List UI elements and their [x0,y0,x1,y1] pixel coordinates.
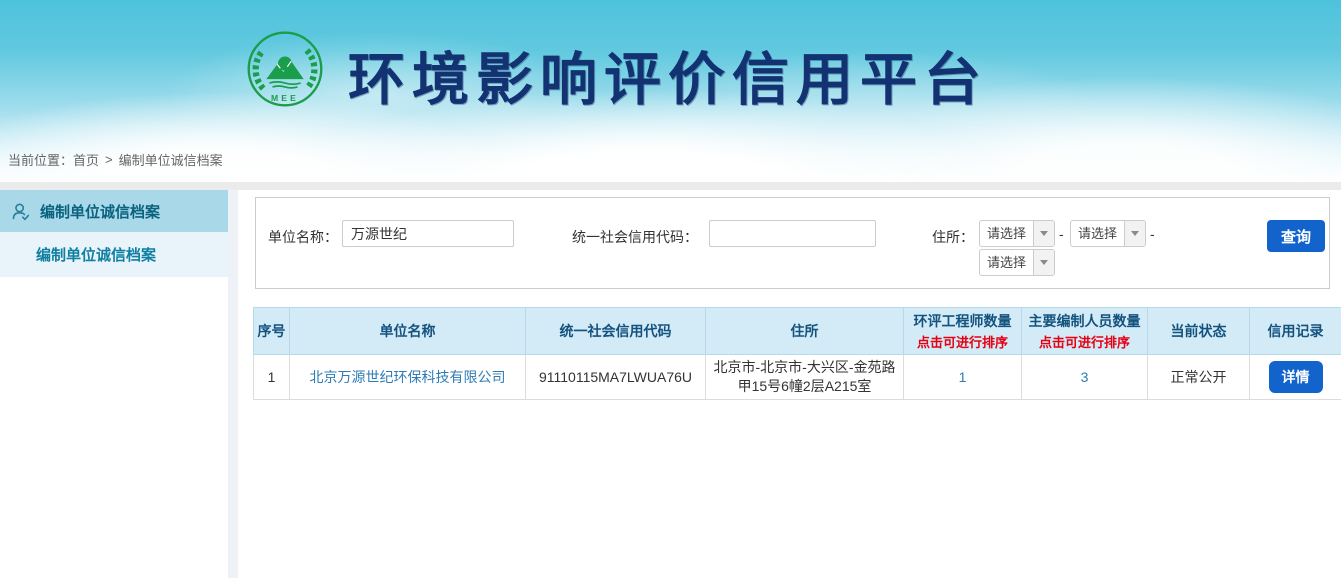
district-select[interactable]: 请选择 [979,249,1055,276]
chevron-down-icon[interactable] [1033,221,1054,246]
sidebar: 编制单位诚信档案 编制单位诚信档案 [0,190,228,578]
col-header-index: 序号 [254,308,290,355]
cell-credit-code: 91110115MA7LWUA76U [526,355,706,400]
sidebar-item-label: 编制单位诚信档案 [40,201,160,222]
sidebar-subitem-credit-archive[interactable]: 编制单位诚信档案 [0,232,228,277]
sidebar-item-credit-archive[interactable]: 编制单位诚信档案 [0,190,228,232]
residence-separator: - [1150,226,1155,242]
engineer-count-link[interactable]: 1 [959,369,967,385]
chevron-down-icon[interactable] [1033,250,1054,275]
sidebar-main-divider [228,190,238,578]
breadcrumb-label: 当前位置： [8,153,73,168]
mee-logo-icon: MEE [246,30,324,108]
sort-hint: 点击可进行排序 [1024,332,1145,351]
district-select-value: 请选择 [980,250,1033,275]
results-table: 序号 单位名称 统一社会信用代码 住所 环评工程师数量 点击可进行排序 主要编制… [253,307,1341,400]
main-content: 单位名称： 统一社会信用代码： 住所： 请选择 - 请选择 - 请选择 查询 序… [238,190,1341,578]
breadcrumb-home-link[interactable]: 首页 [73,153,99,168]
breadcrumb: 当前位置：首页 > 编制单位诚信档案 [8,150,223,169]
address-line-2: 甲15号6幢2层A215室 [708,377,901,396]
col-header-address: 住所 [706,308,904,355]
header-divider [0,182,1341,190]
person-check-icon [10,201,31,222]
breadcrumb-separator: > [105,152,113,167]
table-row: 1 北京万源世纪环保科技有限公司 91110115MA7LWUA76U 北京市-… [254,355,1341,400]
col-header-staff-count-sort[interactable]: 主要编制人员数量 点击可进行排序 [1022,308,1148,355]
staff-count-link[interactable]: 3 [1081,369,1089,385]
city-select-value: 请选择 [1071,221,1124,246]
col-header-engineer-count-label: 环评工程师数量 [914,313,1012,329]
residence-label: 住所： [911,227,974,247]
col-header-unit-name: 单位名称 [290,308,526,355]
residence-separator: - [1059,226,1064,242]
breadcrumb-current: 编制单位诚信档案 [119,153,223,168]
credit-code-label: 统一社会信用代码： [516,227,698,247]
unit-name-input[interactable] [342,220,514,247]
unit-name-link[interactable]: 北京万源世纪环保科技有限公司 [310,369,506,385]
col-header-staff-count-label: 主要编制人员数量 [1029,313,1141,329]
city-select[interactable]: 请选择 [1070,220,1146,247]
sidebar-subitem-label: 编制单位诚信档案 [36,244,156,265]
col-header-engineer-count-sort[interactable]: 环评工程师数量 点击可进行排序 [904,308,1022,355]
address-line-1: 北京市-北京市-大兴区-金苑路 [708,358,901,377]
cell-index: 1 [254,355,290,400]
detail-button[interactable]: 详情 [1269,361,1323,393]
site-header: MEE 环境影响评价信用平台 当前位置：首页 > 编制单位诚信档案 [0,0,1341,182]
logo-text: MEE [271,93,299,103]
chevron-down-icon[interactable] [1124,221,1145,246]
col-header-credit-code: 统一社会信用代码 [526,308,706,355]
province-select[interactable]: 请选择 [979,220,1055,247]
search-form-panel: 单位名称： 统一社会信用代码： 住所： 请选择 - 请选择 - 请选择 查询 [255,197,1330,289]
province-select-value: 请选择 [980,221,1033,246]
credit-code-input[interactable] [709,220,876,247]
col-header-status: 当前状态 [1148,308,1250,355]
sort-hint: 点击可进行排序 [906,332,1019,351]
search-button[interactable]: 查询 [1267,220,1325,252]
cell-status: 正常公开 [1148,355,1250,400]
table-header-row: 序号 单位名称 统一社会信用代码 住所 环评工程师数量 点击可进行排序 主要编制… [254,308,1341,355]
cell-address: 北京市-北京市-大兴区-金苑路 甲15号6幢2层A215室 [706,355,904,400]
col-header-credit-record: 信用记录 [1250,308,1341,355]
page-title: 环境影响评价信用平台 [348,34,988,116]
unit-name-label: 单位名称： [256,227,338,247]
